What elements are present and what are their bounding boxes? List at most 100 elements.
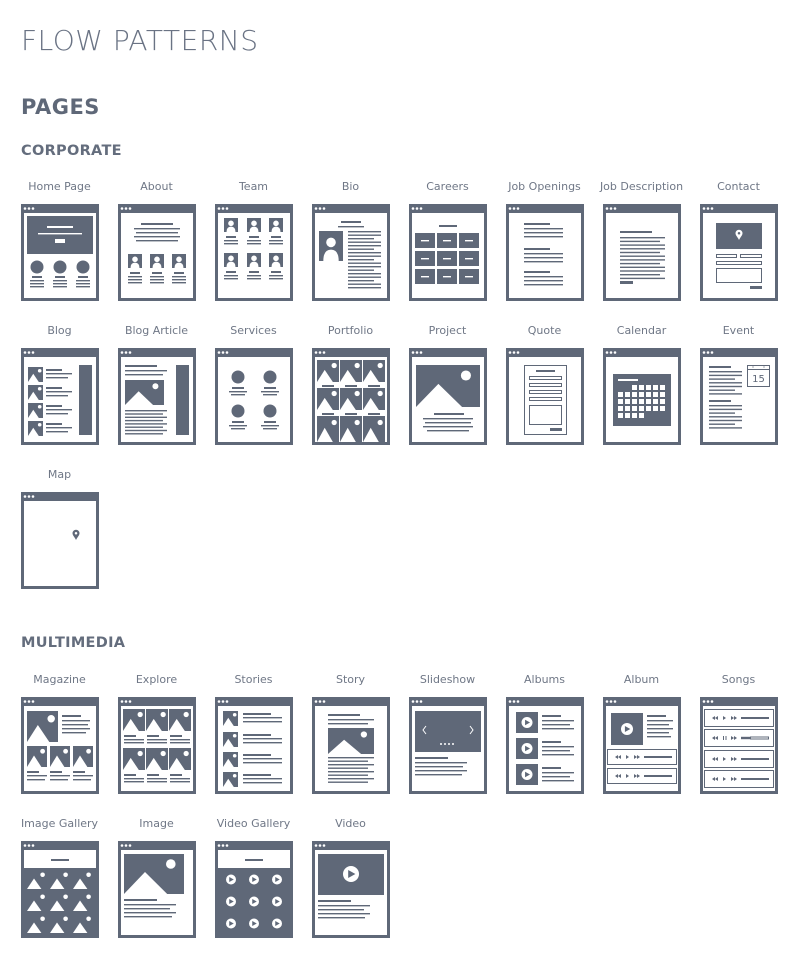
pattern-tile-album[interactable]: Album <box>603 673 700 794</box>
text-line <box>415 766 463 768</box>
pattern-tile-video-gallery[interactable]: Video Gallery <box>215 817 312 938</box>
image-placeholder-icon <box>28 403 43 418</box>
text-line <box>46 431 68 433</box>
window-dot <box>23 351 27 354</box>
text-line <box>269 243 283 245</box>
sun <box>63 894 68 900</box>
sun <box>86 748 91 754</box>
window-dot <box>27 351 31 354</box>
calendar-day <box>632 406 637 411</box>
text-line <box>263 394 277 396</box>
window-dot <box>609 207 613 210</box>
pattern-tile-magazine[interactable]: Magazine <box>21 673 118 794</box>
text-line <box>348 269 374 271</box>
text-line <box>124 778 144 780</box>
pattern-tile-project[interactable]: Project <box>409 324 506 445</box>
sun <box>40 894 45 900</box>
text-line <box>415 770 467 772</box>
pattern-tile-event[interactable]: Event 15 <box>700 324 797 445</box>
image-placeholder-icon <box>146 748 168 770</box>
window-dot <box>23 207 27 210</box>
window-dot <box>613 207 617 210</box>
pattern-tile-bio[interactable]: Bio <box>312 180 409 301</box>
text-line <box>620 262 660 265</box>
pattern-tile-careers[interactable]: Careers <box>409 180 506 301</box>
window-dot <box>508 351 512 354</box>
window-dot <box>124 700 128 703</box>
text-line <box>542 746 574 748</box>
text-line <box>134 236 180 238</box>
pattern-tile-image-gallery[interactable]: Image Gallery <box>21 817 118 938</box>
play-icon <box>521 743 533 754</box>
text-line <box>542 741 561 743</box>
text-line <box>345 413 357 415</box>
pattern-tile-about[interactable]: About <box>118 180 215 301</box>
text-line <box>328 771 374 773</box>
text-line <box>620 244 665 246</box>
text-line <box>125 426 163 428</box>
pattern-label: Video Gallery <box>216 817 291 830</box>
pattern-tile-stories[interactable]: Stories <box>215 673 312 794</box>
window-dot <box>225 700 229 703</box>
window-dot <box>23 495 27 498</box>
pattern-label: Stories <box>234 673 273 686</box>
pattern-tile-services[interactable]: Services <box>215 324 312 445</box>
album-wireframe-icon <box>603 697 681 794</box>
window-dot <box>710 351 714 354</box>
pattern-tile-explore[interactable]: Explore <box>118 673 215 794</box>
map-block <box>88 504 95 518</box>
pattern-tile-blog-article[interactable]: Blog Article <box>118 324 215 445</box>
text-line <box>271 271 281 273</box>
pattern-tile-slideshow[interactable]: Slideshow <box>409 673 506 794</box>
text-line <box>174 272 184 274</box>
pattern-tile-albums[interactable]: Albums <box>506 673 603 794</box>
text-line <box>271 236 281 238</box>
window-dot <box>314 844 318 847</box>
text-line <box>46 369 62 371</box>
text-line <box>524 271 550 273</box>
pattern-tile-map[interactable]: Map <box>21 468 118 589</box>
pattern-tile-video[interactable]: Video <box>312 817 409 938</box>
pattern-tile-team[interactable]: Team <box>215 180 312 301</box>
text-line <box>62 724 88 726</box>
text-line <box>427 430 469 432</box>
pattern-tile-songs[interactable]: Songs <box>700 673 797 794</box>
text-line <box>172 276 186 278</box>
text-line <box>27 779 45 781</box>
calendar-day <box>639 413 644 418</box>
sun <box>354 419 360 426</box>
sun <box>331 419 337 426</box>
text-line <box>62 732 86 734</box>
image-placeholder-icon <box>363 360 385 382</box>
text-line <box>229 425 247 427</box>
image-placeholder-icon <box>27 746 47 767</box>
window-dot <box>702 700 706 703</box>
window-dot <box>419 351 423 354</box>
pattern-tile-quote[interactable]: Quote <box>506 324 603 445</box>
text-line <box>421 240 429 242</box>
text-line <box>318 913 370 915</box>
text-line <box>348 259 374 261</box>
text-line <box>243 721 282 723</box>
text-line <box>415 757 448 759</box>
pattern-tile-image[interactable]: Image <box>118 817 215 938</box>
pattern-tile-contact[interactable]: Contact <box>700 180 797 301</box>
pattern-tile-blog[interactable]: Blog <box>21 324 118 445</box>
window-dot <box>23 844 27 847</box>
window-dot <box>217 844 221 847</box>
window-dot <box>221 207 225 210</box>
pattern-tile-job-description[interactable]: Job Description <box>600 180 700 301</box>
map-block <box>27 504 35 518</box>
calendar-day <box>653 406 658 411</box>
pattern-tile-calendar[interactable]: Calendar <box>603 324 700 445</box>
text-line <box>620 240 660 243</box>
text-line <box>348 280 374 282</box>
text-line <box>620 251 660 254</box>
pattern-tile-job-openings[interactable]: Job Openings <box>506 180 603 301</box>
pattern-tile-story[interactable]: Story <box>312 673 409 794</box>
window-dot <box>23 700 27 703</box>
text-line <box>249 271 259 273</box>
map-block <box>42 524 61 542</box>
pattern-tile-portfolio[interactable]: Portfolio <box>312 324 409 445</box>
pattern-tile-home-page[interactable]: Home Page <box>21 180 118 301</box>
